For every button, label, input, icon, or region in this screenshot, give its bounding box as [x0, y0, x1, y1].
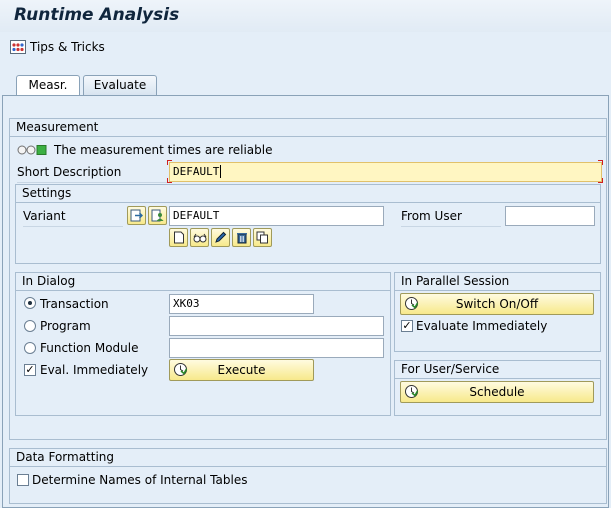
tips-tricks-label: Tips & Tricks [30, 40, 105, 54]
eval-immediately-label: Eval. Immediately [40, 363, 149, 377]
variant-label: Variant [23, 209, 66, 223]
function-module-label: Function Module [40, 341, 139, 355]
transaction-label: Transaction [40, 297, 109, 311]
evaluate-immediately-label: Evaluate Immediately [416, 319, 548, 333]
schedule-label: Schedule [469, 385, 525, 399]
pencil-icon [215, 231, 227, 243]
change-variant-button[interactable] [211, 228, 230, 247]
transaction-input[interactable]: XK03 [169, 294, 314, 314]
determine-names-checkbox[interactable] [17, 474, 29, 486]
function-module-input[interactable] [169, 338, 384, 358]
measurement-status: The measurement times are reliable [54, 143, 273, 157]
tabstrip: Measr. Evaluate [0, 75, 611, 95]
switch-on-off-label: Switch On/Off [455, 297, 539, 311]
variant-underline [23, 226, 123, 227]
user-service-group-title: For User/Service [395, 361, 600, 379]
glasses-icon [193, 233, 206, 242]
execute-clock-icon [174, 363, 188, 376]
new-document-icon [173, 231, 184, 244]
tips-tricks-icon [10, 40, 26, 54]
schedule-clock-icon [405, 385, 419, 398]
delete-variant-button[interactable] [232, 228, 251, 247]
function-module-radio[interactable] [24, 342, 36, 354]
variant-user-button[interactable] [148, 206, 167, 225]
program-radio[interactable] [24, 320, 36, 332]
display-variant-button[interactable] [190, 228, 209, 247]
evaluate-immediately-checkbox[interactable]: ✓ [401, 320, 413, 332]
parallel-session-group-title: In Parallel Session [395, 273, 600, 291]
switch-on-off-button[interactable]: Switch On/Off [400, 293, 594, 315]
measurement-group-title: Measurement [10, 119, 606, 137]
tab-measr[interactable]: Measr. [16, 75, 80, 95]
short-description-input[interactable]: DEFAULT [169, 162, 602, 182]
text-cursor [220, 165, 222, 178]
eval-immediately-checkbox[interactable]: ✓ [24, 364, 36, 376]
short-description-underline [17, 182, 167, 183]
traffic-light-icon [17, 145, 47, 155]
variant-user-icon [151, 209, 164, 222]
execute-label: Execute [217, 363, 266, 377]
data-formatting-group-title: Data Formatting [10, 449, 606, 467]
tab-evaluate[interactable]: Evaluate [83, 75, 157, 95]
from-user-label: From User [401, 209, 462, 223]
tips-tricks-button[interactable]: Tips & Tricks [10, 40, 105, 54]
in-dialog-group-title: In Dialog [16, 273, 390, 291]
program-label: Program [40, 319, 91, 333]
variant-get-icon [130, 209, 143, 222]
settings-group-title: Settings [16, 185, 600, 203]
program-input[interactable] [169, 316, 384, 336]
page-title: Runtime Analysis [14, 5, 180, 25]
required-corner-bl [167, 178, 172, 183]
from-user-input[interactable] [505, 206, 595, 226]
trash-icon [236, 233, 247, 244]
determine-names-label: Determine Names of Internal Tables [32, 473, 248, 487]
variant-get-button[interactable] [127, 206, 146, 225]
copy-variant-button[interactable] [253, 228, 272, 247]
create-variant-button[interactable] [169, 228, 188, 247]
required-corner-tr [598, 160, 603, 165]
switch-clock-icon [405, 297, 419, 310]
copy-icon [256, 231, 268, 244]
transaction-radio[interactable] [24, 297, 36, 309]
required-corner-tl [167, 160, 172, 165]
short-description-label: Short Description [17, 165, 122, 179]
from-user-underline [401, 226, 501, 227]
variant-input[interactable]: DEFAULT [169, 206, 384, 226]
required-corner-br [598, 178, 603, 183]
schedule-button[interactable]: Schedule [400, 381, 594, 403]
execute-button[interactable]: Execute [169, 359, 314, 381]
